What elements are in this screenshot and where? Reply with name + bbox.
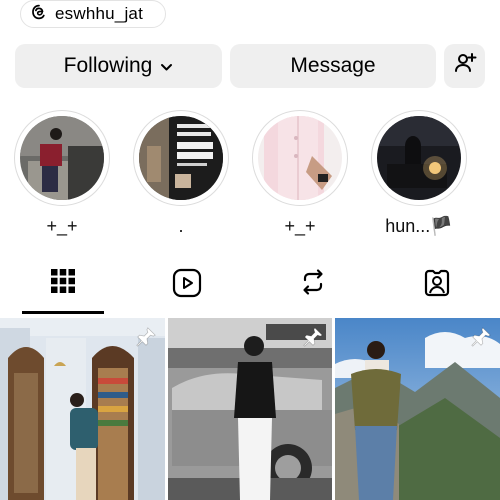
following-button[interactable]: Following <box>15 44 222 88</box>
highlight-photo <box>139 116 223 200</box>
reels-icon <box>172 268 202 303</box>
pin-icon <box>470 326 492 353</box>
highlight-ring <box>14 110 110 206</box>
tab-reposts[interactable] <box>272 262 354 314</box>
chevron-down-icon <box>160 54 173 78</box>
repost-icon <box>299 268 327 301</box>
posts-grid <box>0 318 500 500</box>
add-user-icon <box>453 51 477 81</box>
pin-icon <box>135 326 157 353</box>
highlight-label: +_+ <box>284 216 316 236</box>
threads-icon <box>31 4 47 25</box>
highlight-ring <box>371 110 467 206</box>
profile-tabs <box>0 262 500 314</box>
grid-icon <box>50 268 76 299</box>
highlight-ring <box>252 110 348 206</box>
highlight-photo <box>377 116 461 200</box>
highlight-photo <box>20 116 104 200</box>
highlight-item[interactable]: . <box>133 110 229 236</box>
threads-profile-badge[interactable]: eswhhu_jat <box>20 0 166 28</box>
threads-username: eswhhu_jat <box>55 4 144 23</box>
highlight-photo <box>258 116 342 200</box>
highlight-item[interactable]: +_+ <box>14 110 110 236</box>
highlight-label: . <box>178 216 184 236</box>
tagged-user-icon <box>422 268 452 303</box>
post-thumbnail[interactable] <box>0 318 165 500</box>
tab-tagged[interactable] <box>396 262 478 314</box>
highlight-item[interactable]: +_+ <box>252 110 348 236</box>
message-button[interactable]: Message <box>230 44 436 88</box>
highlight-label: +_+ <box>46 216 78 236</box>
message-label: Message <box>290 54 376 77</box>
pin-icon <box>302 326 324 353</box>
profile-actions: Following Message <box>15 44 485 88</box>
highlight-label: hun...🏴 <box>385 216 453 236</box>
highlight-ring <box>133 110 229 206</box>
tab-posts-grid[interactable] <box>22 262 104 314</box>
post-thumbnail[interactable] <box>335 318 500 500</box>
suggested-users-button[interactable] <box>444 44 485 88</box>
tab-reels[interactable] <box>146 262 228 314</box>
highlight-item[interactable]: hun...🏴 <box>371 110 467 236</box>
following-label: Following <box>63 54 153 77</box>
post-thumbnail[interactable] <box>168 318 332 500</box>
story-highlights: +_+ . +_+ hun...🏴 <box>0 110 500 236</box>
